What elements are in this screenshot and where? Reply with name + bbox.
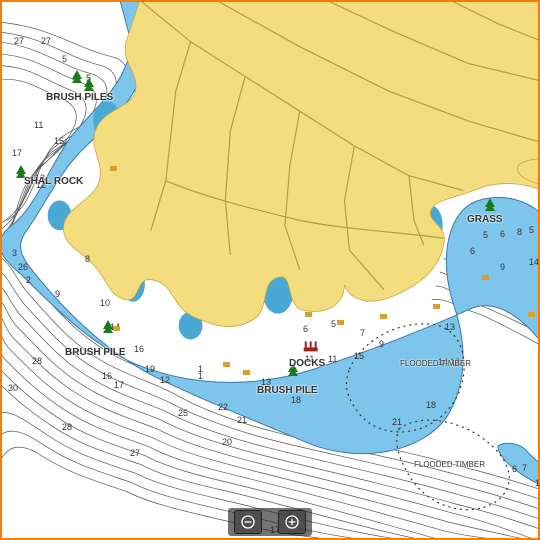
label-brush-pile-c: BRUSH PILE [257, 385, 318, 396]
label-flooded-timber-2: FLOODED TIMBER [414, 460, 485, 469]
label-docks: DOCKS [289, 358, 325, 369]
docks-icon [304, 341, 318, 351]
label-grass: GRASS [467, 214, 503, 225]
zoom-bar [228, 508, 312, 536]
zoom-in-button[interactable] [278, 510, 306, 534]
label-shal-rock: SHAL ROCK [24, 176, 83, 187]
map-frame: 2727551115171312326289101416193028161728… [0, 0, 540, 540]
plus-circle-icon [284, 514, 300, 530]
bathymetric-map[interactable] [2, 2, 538, 538]
minus-circle-icon [240, 514, 256, 530]
label-brush-pile-w: BRUSH PILE [65, 347, 126, 358]
zoom-out-button[interactable] [234, 510, 262, 534]
label-flooded-timber-1: FLOODED TIMBER [400, 359, 471, 368]
label-brush-piles: BRUSH PILES [46, 92, 113, 103]
